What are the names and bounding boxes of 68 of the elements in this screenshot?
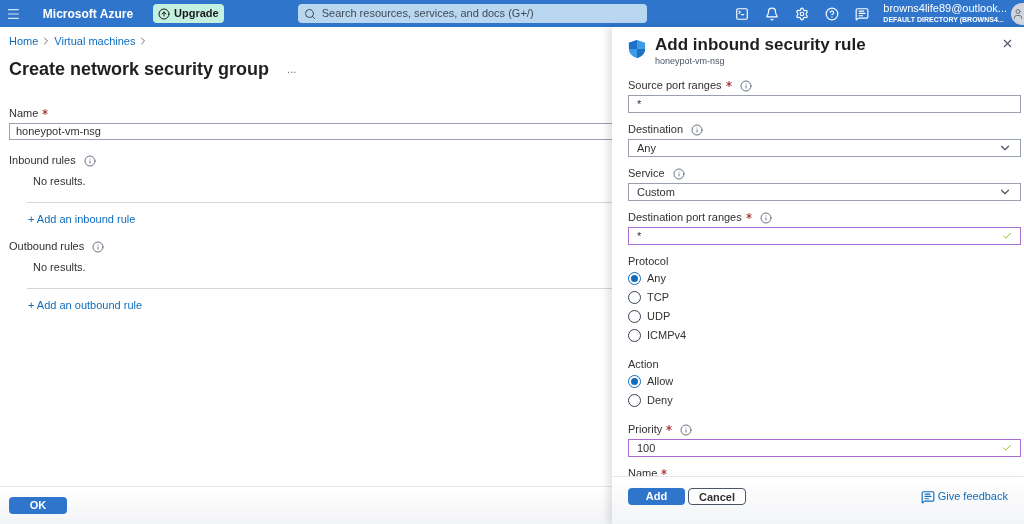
avatar-icon[interactable] bbox=[1011, 2, 1024, 25]
radio-label: ICMPv4 bbox=[647, 329, 687, 342]
text-field[interactable]: * bbox=[628, 95, 1021, 113]
check-icon bbox=[1002, 443, 1012, 453]
arrow-up-icon bbox=[158, 7, 171, 20]
section-label: Outbound rules bbox=[9, 240, 85, 253]
page-title: Create network security group bbox=[9, 58, 270, 81]
add-rule-link[interactable]: + Add an inbound rule bbox=[28, 213, 136, 225]
close-icon[interactable] bbox=[1001, 37, 1014, 50]
asterisk-icon bbox=[725, 81, 732, 87]
field-label: Action bbox=[628, 358, 659, 370]
dropdown-value: Custom bbox=[637, 185, 676, 199]
field-label: Destination bbox=[628, 123, 684, 136]
settings-icon[interactable] bbox=[795, 6, 810, 21]
breadcrumb-link[interactable]: Home bbox=[9, 32, 39, 50]
ok-button[interactable]: OK bbox=[9, 497, 67, 514]
bell-icon[interactable] bbox=[765, 6, 780, 21]
radio-label: Deny bbox=[647, 394, 673, 407]
asterisk-icon bbox=[666, 425, 673, 431]
add-button[interactable]: Add bbox=[628, 488, 685, 505]
info-icon bbox=[691, 123, 704, 136]
info-icon bbox=[759, 211, 772, 224]
asterisk-icon bbox=[42, 109, 49, 115]
field-label: Priority bbox=[628, 423, 663, 436]
terminal-icon[interactable] bbox=[735, 6, 750, 21]
empty-message: No results. bbox=[33, 175, 86, 187]
field-label: Name bbox=[9, 107, 39, 120]
text-field[interactable]: honeypot-vm-nsg bbox=[9, 123, 612, 140]
field-label: Protocol bbox=[628, 255, 669, 267]
dropdown[interactable]: Custom bbox=[628, 183, 1021, 201]
info-icon bbox=[739, 79, 752, 92]
field-value: 100 bbox=[637, 441, 657, 455]
section-label: Inbound rules bbox=[9, 154, 76, 167]
asterisk-icon bbox=[661, 469, 668, 475]
upgrade-button[interactable]: Upgrade bbox=[153, 4, 224, 23]
asterisk-icon bbox=[745, 213, 752, 219]
panel-title: Add inbound security rule bbox=[655, 35, 866, 55]
dropdown-value: Any bbox=[637, 141, 657, 155]
more-options[interactable]: ... bbox=[287, 61, 297, 78]
field-label: Service bbox=[628, 167, 665, 180]
search-icon bbox=[303, 7, 316, 20]
search-field[interactable]: Search resources, services, and docs (G+/) bbox=[297, 4, 648, 23]
radio-label: UDP bbox=[647, 310, 671, 323]
brand-name[interactable]: Microsoft Azure bbox=[42, 4, 134, 23]
breadcrumb-link[interactable]: Virtual machines bbox=[54, 32, 136, 50]
radio-label: Any bbox=[647, 272, 666, 285]
panel-subtitle: honeypot-vm-nsg bbox=[655, 55, 726, 68]
info-icon bbox=[680, 423, 693, 436]
shield-icon bbox=[628, 39, 646, 59]
field-value: * bbox=[637, 97, 643, 111]
info-icon bbox=[92, 240, 105, 253]
cancel-button[interactable]: Cancel bbox=[688, 488, 746, 505]
give-feedback-link[interactable]: Give feedback bbox=[920, 488, 1008, 505]
info-icon bbox=[672, 167, 685, 180]
empty-message: No results. bbox=[33, 261, 86, 273]
dropdown[interactable]: Any bbox=[628, 139, 1021, 157]
account-email[interactable]: browns4life89@outlook... bbox=[883, 2, 1007, 14]
text-field[interactable]: * bbox=[628, 227, 1021, 245]
radio-label: Allow bbox=[647, 375, 674, 388]
text-field[interactable]: 100 bbox=[628, 439, 1021, 457]
help-icon[interactable] bbox=[825, 6, 840, 21]
field-value: * bbox=[637, 229, 643, 243]
field-label: Source port ranges bbox=[628, 79, 722, 92]
field-label: Destination port ranges bbox=[628, 211, 742, 224]
add-rule-link[interactable]: + Add an outbound rule bbox=[28, 299, 143, 311]
radio-label: TCP bbox=[647, 291, 669, 304]
check-icon bbox=[1002, 231, 1012, 241]
info-icon bbox=[83, 154, 96, 167]
